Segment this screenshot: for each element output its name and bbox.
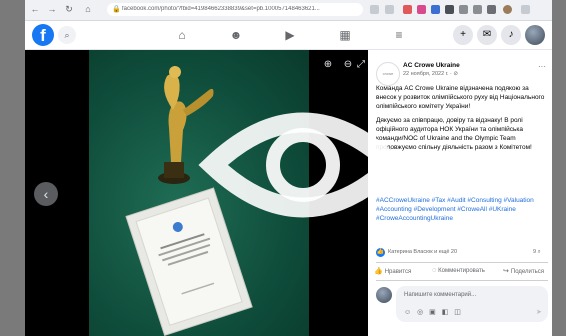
zoom-out-icon[interactable]: ⊖: [342, 59, 354, 70]
send-icon[interactable]: ➤: [536, 308, 542, 316]
home-icon[interactable]: ⌂: [83, 4, 93, 14]
like-button[interactable]: 👍 Нравится: [374, 267, 411, 275]
comment-label: Комментировать: [438, 268, 485, 274]
watch-icon[interactable]: ▶: [281, 27, 299, 43]
facebook-header: f ⌕ ⌂ ☻ ▶ ▦ ≡ + ✉ ♪: [25, 21, 552, 50]
extension-icon[interactable]: [445, 5, 454, 14]
bell-icon[interactable]: ♪: [501, 25, 521, 45]
browser-toolbar: ← → ↻ ⌂ 🔒 facebook.com/photo/?fbid=41984…: [25, 0, 552, 21]
back-icon[interactable]: ←: [30, 4, 40, 14]
star-icon[interactable]: [385, 5, 394, 14]
comment-attachment-icons[interactable]: ☺ ◎ ▣ ◧ ◫: [404, 308, 463, 316]
forward-icon[interactable]: →: [47, 4, 57, 14]
previous-photo-button[interactable]: ‹: [34, 182, 58, 206]
messenger-icon[interactable]: ✉: [477, 25, 497, 45]
page-avatar[interactable]: crowe: [376, 62, 400, 86]
extension-icon[interactable]: [459, 5, 468, 14]
home-icon[interactable]: ⌂: [173, 27, 191, 43]
comment-placeholder: Напишите комментарий...: [404, 292, 477, 298]
menu-icon[interactable]: ≡: [390, 27, 408, 43]
facebook-logo[interactable]: f: [32, 24, 54, 46]
lock-icon: 🔒: [112, 6, 121, 13]
sidebar-icon[interactable]: [487, 5, 496, 14]
extension-icon[interactable]: [403, 5, 412, 14]
divider: [376, 262, 548, 263]
statuette: [158, 66, 214, 184]
share-icon: ↪: [503, 268, 509, 275]
profile-icon[interactable]: [503, 5, 512, 14]
share-button[interactable]: ↪ Поделиться: [503, 267, 544, 275]
browser-window: ← → ↻ ⌂ 🔒 facebook.com/photo/?fbid=41984…: [25, 0, 552, 336]
reactions-text[interactable]: Катерина Власюк и ещё 20: [388, 249, 457, 255]
address-bar[interactable]: 🔒 facebook.com/photo/?fbid=4198466233883…: [107, 3, 363, 16]
certificate: [125, 187, 253, 336]
post-date[interactable]: 22 ноября, 2022 г. · ⊘: [403, 71, 458, 77]
plus-icon[interactable]: +: [453, 25, 473, 45]
share-label: Поделиться: [510, 269, 545, 275]
photo-content: [125, 66, 253, 336]
share-icon[interactable]: [370, 5, 379, 14]
like-label: Нравится: [384, 269, 412, 275]
post-author[interactable]: AC Crowe Ukraine: [403, 62, 460, 69]
like-reaction-icon: 👍: [376, 248, 385, 257]
post-text: Команда AC Crowe Ukraine відзначена подя…: [376, 84, 548, 157]
menu-icon[interactable]: [521, 5, 530, 14]
post-panel: crowe AC Crowe Ukraine 22 ноября, 2022 г…: [368, 50, 552, 336]
avatar[interactable]: [525, 25, 545, 45]
url-text: facebook.com/photo/?fbid=41984662338839&…: [122, 6, 320, 12]
extension-icon[interactable]: [417, 5, 426, 14]
post-paragraph: Дякуємо за співпрацю, довіру та відзнаку…: [376, 117, 532, 151]
search-icon[interactable]: ⌕: [58, 26, 76, 44]
thumbs-up-icon: 👍: [374, 268, 383, 275]
reload-icon[interactable]: ↻: [64, 4, 74, 14]
fullscreen-icon[interactable]: ⤢: [355, 59, 367, 70]
puzzle-icon[interactable]: [473, 5, 482, 14]
friends-icon[interactable]: ☻: [227, 27, 245, 43]
extension-icon[interactable]: [431, 5, 440, 14]
photo-viewer: ‹ ⊕ ⊖ ⤢: [25, 50, 368, 336]
reactions-bar[interactable]: 👍 Катерина Власюк и ещё 20 9 ⌕: [376, 247, 548, 259]
post-actions: 👍 Нравится ◌ Комментировать ↪ Поделиться: [368, 265, 552, 279]
comment-icon: ◌: [432, 267, 437, 274]
post-paragraph: Команда AC Crowe Ukraine відзначена подя…: [376, 85, 545, 110]
divider: [376, 280, 548, 281]
comment-button[interactable]: ◌ Комментировать: [432, 267, 485, 274]
photo: [89, 50, 309, 336]
zoom-in-icon[interactable]: ⊕: [322, 59, 334, 70]
more-options-icon[interactable]: ···: [538, 62, 546, 71]
comments-count[interactable]: 9 ⌕: [533, 249, 541, 256]
avatar[interactable]: [376, 287, 392, 303]
comment-input[interactable]: Напишите комментарий... ☺ ◎ ▣ ◧ ◫ ➤: [396, 286, 548, 322]
marketplace-icon[interactable]: ▦: [336, 27, 354, 43]
post-hashtags[interactable]: #ACCroweUkraine #Tax #Audit #Consulting …: [376, 196, 548, 223]
